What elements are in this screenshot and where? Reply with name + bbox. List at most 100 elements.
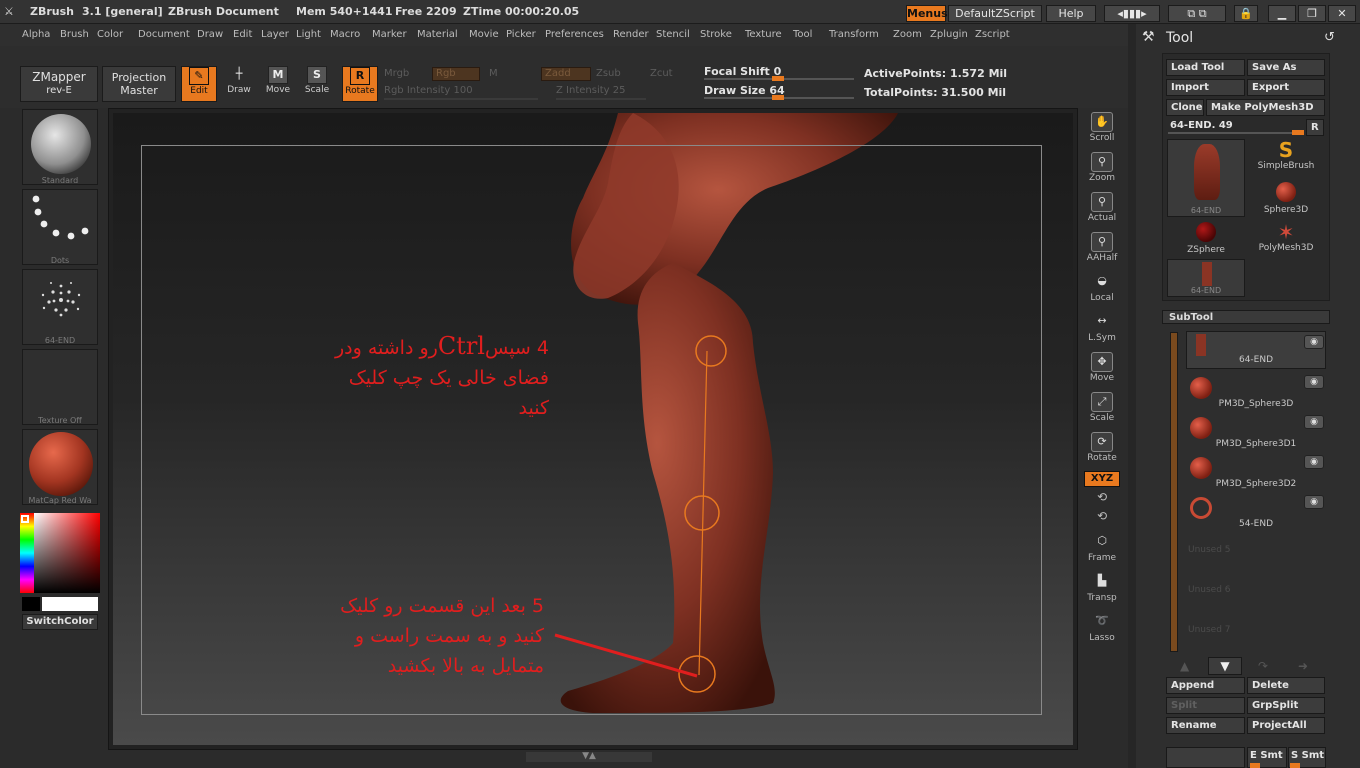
material-selector[interactable]: MatCap Red Wa: [22, 429, 98, 505]
saturation-value-field[interactable]: [34, 513, 100, 593]
subtool-item[interactable]: ◉ PM3D_Sphere3D: [1186, 371, 1326, 411]
clone-button[interactable]: Clone: [1166, 99, 1204, 116]
restore-icon[interactable]: ❐: [1298, 5, 1326, 22]
draw-size-knob[interactable]: [772, 95, 784, 100]
append-button[interactable]: Append: [1166, 677, 1245, 694]
rgb-intensity-track[interactable]: [384, 98, 538, 100]
lock-icon[interactable]: 🔒: [1234, 5, 1258, 22]
tool-simplebrush[interactable]: S SimpleBrush: [1247, 139, 1325, 179]
menu-tool[interactable]: Tool: [793, 29, 812, 40]
scroll-button[interactable]: ✋ Scroll: [1084, 110, 1120, 146]
lasso-button[interactable]: ➰ Lasso: [1084, 610, 1120, 646]
menu-picker[interactable]: Picker: [506, 29, 536, 40]
current-tool-thumb[interactable]: 64-END: [1167, 139, 1245, 217]
menu-document[interactable]: Document: [138, 29, 190, 40]
edit-mode-button[interactable]: ✎ Edit: [181, 66, 217, 102]
focal-shift-slider[interactable]: Focal Shift 0: [704, 65, 781, 78]
move-view-button[interactable]: ✥ Move: [1084, 350, 1120, 386]
subtool-item[interactable]: ◉ PM3D_Sphere3D2: [1186, 451, 1326, 491]
subtool-scrollbar[interactable]: [1170, 332, 1178, 652]
tool-sphere3d[interactable]: Sphere3D: [1247, 181, 1325, 221]
subtool-item[interactable]: ◉ PM3D_Sphere3D1: [1186, 411, 1326, 451]
menu-marker[interactable]: Marker: [372, 29, 407, 40]
layout-slider-icon[interactable]: ◂▮▮▮▸: [1104, 5, 1160, 22]
delete-button[interactable]: Delete: [1247, 677, 1325, 694]
zcut-toggle[interactable]: Zcut: [650, 68, 673, 79]
m-toggle[interactable]: M: [489, 68, 498, 79]
rgb-intensity-slider[interactable]: Rgb Intensity 100: [384, 85, 473, 96]
grpsplit-button[interactable]: GrpSplit: [1247, 697, 1325, 714]
menu-stroke[interactable]: Stroke: [700, 29, 732, 40]
tool-slider-knob[interactable]: [1292, 130, 1304, 135]
frame-button[interactable]: ⬡ Frame: [1084, 530, 1120, 566]
subtool-item-unused[interactable]: Unused 7: [1186, 615, 1326, 655]
hue-strip[interactable]: [20, 513, 34, 593]
move-mode-button[interactable]: M Move: [260, 66, 296, 102]
eye-icon[interactable]: ◉: [1304, 455, 1324, 469]
export-button[interactable]: Export: [1247, 79, 1325, 96]
z-intensity-slider[interactable]: Z Intensity 25: [556, 85, 625, 96]
focal-shift-knob[interactable]: [772, 76, 784, 81]
menu-zoom[interactable]: Zoom: [893, 29, 922, 40]
menu-zplugin[interactable]: Zplugin: [930, 29, 968, 40]
subtool-item[interactable]: ◉ 54-END: [1186, 491, 1326, 531]
mrgb-toggle[interactable]: Mrgb: [384, 68, 409, 79]
transp-button[interactable]: ▙ Transp: [1084, 570, 1120, 606]
scale-mode-button[interactable]: S Scale: [299, 66, 335, 102]
subtool-item[interactable]: ◉ 64-END: [1186, 331, 1326, 371]
redo-arrow-icon[interactable]: ↷: [1258, 659, 1268, 673]
menu-transform[interactable]: Transform: [829, 29, 879, 40]
projection-master-button[interactable]: Projection Master: [102, 66, 176, 102]
stroke-selector[interactable]: Dots: [22, 189, 98, 265]
r-button[interactable]: R: [1306, 119, 1324, 136]
alpha-selector[interactable]: 64-END: [22, 269, 98, 345]
document-canvas[interactable]: 4 سپسCtrlرو داشته ودر فضای خالی یک چپ کل…: [113, 113, 1073, 745]
layout-toggle-icon[interactable]: ⧉ ⧉: [1168, 5, 1226, 22]
eye-icon[interactable]: ◉: [1304, 335, 1324, 349]
zadd-toggle[interactable]: Zadd: [541, 67, 591, 81]
move-down-icon[interactable]: ▼: [1208, 657, 1242, 675]
load-tool-button[interactable]: Load Tool: [1166, 59, 1245, 76]
zmapper-button[interactable]: ZMapper rev-E: [20, 66, 98, 102]
subtool-item-unused[interactable]: Unused 6: [1186, 575, 1326, 615]
menu-edit[interactable]: Edit: [233, 29, 252, 40]
texture-selector[interactable]: Texture Off: [22, 349, 98, 425]
close-icon[interactable]: ✕: [1328, 5, 1356, 22]
eye-icon[interactable]: ◉: [1304, 495, 1324, 509]
rotate-y-icon[interactable]: ⟲: [1084, 490, 1120, 506]
panel-divider[interactable]: [1128, 24, 1136, 768]
rotate-z-icon[interactable]: ⟲: [1084, 509, 1120, 525]
rgb-toggle[interactable]: Rgb: [432, 67, 480, 81]
save-as-button[interactable]: Save As: [1247, 59, 1325, 76]
menu-brush[interactable]: Brush: [60, 29, 89, 40]
menu-movie[interactable]: Movie: [469, 29, 499, 40]
recent-tool-thumb[interactable]: 64-END: [1167, 259, 1245, 297]
bottom-shelf-toggle[interactable]: ▼▲: [526, 752, 652, 762]
tool-zsphere[interactable]: ZSphere: [1167, 221, 1245, 261]
menu-layer[interactable]: Layer: [261, 29, 289, 40]
switch-color-button[interactable]: SwitchColor: [22, 614, 98, 630]
right-arrow-icon[interactable]: ➜: [1298, 659, 1308, 673]
subtool-item-unused[interactable]: Unused 5: [1186, 535, 1326, 575]
menu-texture[interactable]: Texture: [745, 29, 782, 40]
menus-button[interactable]: Menus: [906, 5, 948, 22]
menu-color[interactable]: Color: [97, 29, 123, 40]
split-button[interactable]: Split: [1166, 697, 1245, 714]
make-polymesh-button[interactable]: Make PolyMesh3D: [1206, 99, 1325, 116]
tool-slider-label[interactable]: 64-END. 49: [1170, 120, 1233, 131]
menu-zscript[interactable]: Zscript: [975, 29, 1010, 40]
zsub-toggle[interactable]: Zsub: [596, 68, 621, 79]
xyz-toggle-button[interactable]: XYZ: [1084, 471, 1120, 487]
projectall-button[interactable]: ProjectAll: [1247, 717, 1325, 734]
move-up-icon[interactable]: ▲: [1180, 659, 1189, 673]
blank-button[interactable]: [1166, 747, 1245, 768]
palette-reset-icon[interactable]: ↺: [1324, 30, 1335, 45]
z-intensity-track[interactable]: [556, 98, 646, 100]
menu-alpha[interactable]: Alpha: [22, 29, 50, 40]
subtool-header[interactable]: SubTool: [1162, 310, 1330, 324]
local-button[interactable]: ◒ Local: [1084, 270, 1120, 306]
eye-icon[interactable]: ◉: [1304, 415, 1324, 429]
menu-preferences[interactable]: Preferences: [545, 29, 604, 40]
lsym-button[interactable]: ↔ L.Sym: [1084, 310, 1120, 346]
eye-icon[interactable]: ◉: [1304, 375, 1324, 389]
